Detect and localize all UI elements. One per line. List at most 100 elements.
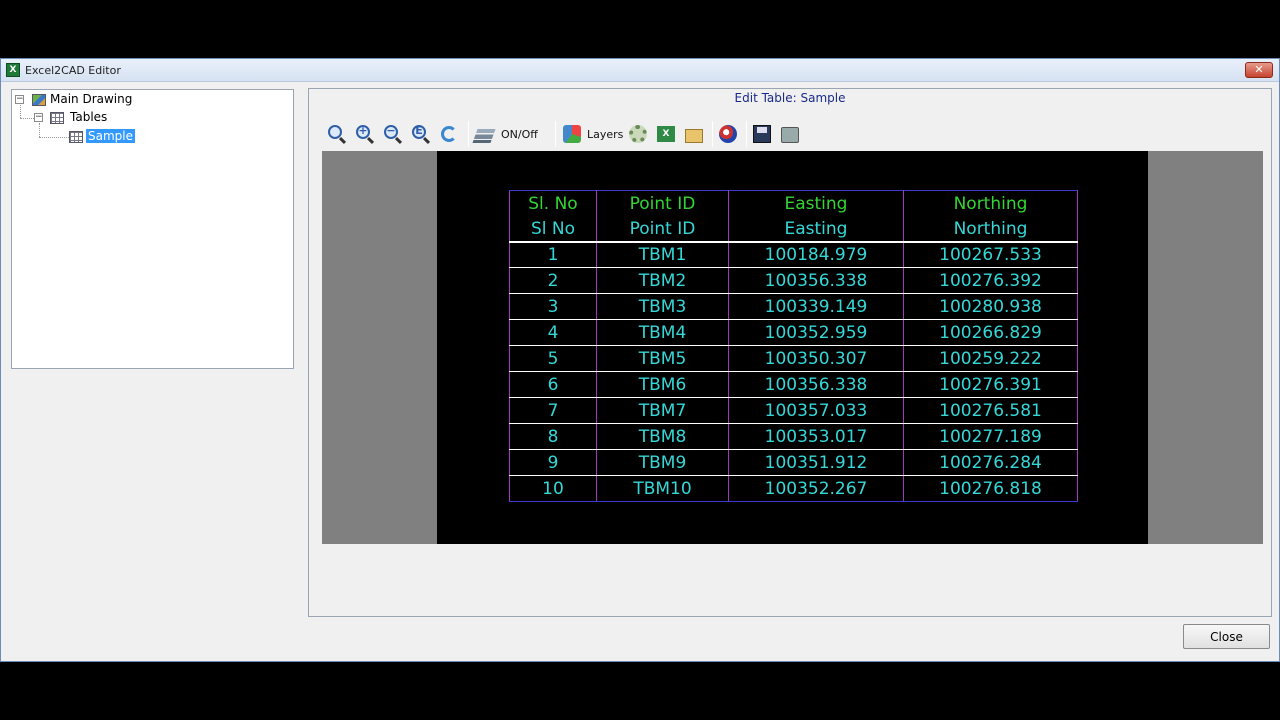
table-cell: 100276.818 [903, 475, 1078, 502]
table-cell: 2 [509, 267, 597, 294]
table-cell: 100276.392 [903, 267, 1078, 294]
zoom-in-button[interactable]: + [355, 122, 375, 146]
table-cell: 1 [509, 241, 597, 268]
table-cell: 8 [509, 423, 597, 450]
tree-item-main-drawing[interactable]: Main Drawing [50, 92, 132, 106]
drawing-viewport[interactable]: Sl. No Point ID Easting Northing Sl No Point … [322, 151, 1263, 544]
table-row: 9 TBM9 100351.912 100276.284 [509, 449, 1078, 476]
table-cell: TBM3 [596, 293, 729, 320]
table-row: 2 TBM2 100356.338 100276.392 [509, 267, 1078, 294]
table-cell: Easting [728, 217, 904, 243]
table-cell: Point ID [596, 217, 729, 243]
toolbar: + − E ON/Off Layers X [323, 119, 813, 149]
settings-button[interactable] [629, 122, 647, 146]
table-cell: 3 [509, 293, 597, 320]
drawing-tree: − Main Drawing − Tables Sample [11, 89, 294, 369]
drawing-canvas[interactable]: Sl. No Point ID Easting Northing Sl No Point … [437, 151, 1148, 544]
table-cell: 100352.959 [728, 319, 904, 346]
folder-icon [685, 128, 703, 143]
window-close-button[interactable]: ✕ [1245, 62, 1273, 78]
table-cell: 9 [509, 449, 597, 476]
table-cell: TBM8 [596, 423, 729, 450]
edit-table-panel: Edit Table: Sample + − E ON/Off Layers X… [308, 88, 1272, 617]
tables-icon [50, 112, 64, 124]
drawing-icon [32, 94, 46, 106]
table-cell: Point ID [596, 190, 729, 218]
zoom-extents-button[interactable]: E [411, 122, 431, 146]
table-cell: Sl. No [509, 190, 597, 218]
zoom-out-button[interactable]: − [383, 122, 403, 146]
edit-table-title: Edit Table: Sample [734, 91, 846, 105]
table-cell: 100184.979 [728, 241, 904, 268]
on-off-label: ON/Off [501, 127, 538, 141]
table-header-row: Sl. No Point ID Easting Northing [509, 190, 1078, 218]
cad-table: Sl. No Point ID Easting Northing Sl No Point … [509, 190, 1078, 502]
table-cell: Northing [903, 190, 1078, 218]
zoom-window-button[interactable] [327, 122, 347, 146]
table-cell: 100357.033 [728, 397, 904, 424]
cad-export-button[interactable] [719, 122, 737, 146]
table-row: 10 TBM10 100352.267 100276.818 [509, 475, 1078, 502]
table-cell: 100276.284 [903, 449, 1078, 476]
table-row: 7 TBM7 100357.033 100276.581 [509, 397, 1078, 424]
close-button[interactable]: Close [1183, 624, 1270, 649]
title-bar[interactable]: X Excel2CAD Editor ✕ [1, 59, 1279, 82]
table-row: 4 TBM4 100352.959 100266.829 [509, 319, 1078, 346]
table-cell: 100350.307 [728, 345, 904, 372]
table-cell: 100352.267 [728, 475, 904, 502]
zoom-window-icon [327, 124, 347, 145]
tree-collapse-tables[interactable]: − [34, 113, 43, 122]
zoom-extents-icon: E [411, 124, 431, 145]
table-subheader-row: Sl No Point ID Easting Northing [509, 217, 1078, 243]
table-cell: 100266.829 [903, 319, 1078, 346]
table-cell: 100351.912 [728, 449, 904, 476]
table-cell: 100339.149 [728, 293, 904, 320]
table-cell: 10 [509, 475, 597, 502]
toolbar-separator [468, 121, 469, 147]
tree-collapse-main-drawing[interactable]: − [15, 95, 24, 104]
table-cell: TBM10 [596, 475, 729, 502]
excel-import-button[interactable]: X [657, 122, 675, 146]
table-cell: 100276.581 [903, 397, 1078, 424]
table-cell: 100277.189 [903, 423, 1078, 450]
refresh-button[interactable] [439, 122, 459, 146]
print-icon [781, 127, 799, 143]
table-cell: Easting [728, 190, 904, 218]
open-folder-button[interactable] [685, 122, 703, 146]
table-cell: TBM7 [596, 397, 729, 424]
layers-label: Layers [587, 127, 624, 141]
table-row: 6 TBM6 100356.338 100276.391 [509, 371, 1078, 398]
excel-icon: X [657, 126, 675, 142]
layers-button[interactable]: Layers [563, 122, 623, 146]
table-row: 1 TBM1 100184.979 100267.533 [509, 241, 1078, 268]
table-cell: TBM2 [596, 267, 729, 294]
table-cell: 100267.533 [903, 241, 1078, 268]
table-cell: 5 [509, 345, 597, 372]
table-cell: 100259.222 [903, 345, 1078, 372]
layers-on-off-button[interactable]: ON/Off [472, 122, 538, 146]
gear-icon [629, 125, 647, 143]
table-cell: 100356.338 [728, 371, 904, 398]
table-icon [69, 131, 83, 143]
table-cell: Northing [903, 217, 1078, 243]
table-cell: 100353.017 [728, 423, 904, 450]
table-cell: TBM6 [596, 371, 729, 398]
table-cell: 100276.391 [903, 371, 1078, 398]
toolbar-separator [555, 121, 556, 147]
table-cell: 100356.338 [728, 267, 904, 294]
table-cell: 6 [509, 371, 597, 398]
save-button[interactable] [753, 122, 771, 146]
print-button[interactable] [781, 122, 799, 146]
table-cell: 100280.938 [903, 293, 1078, 320]
layers-stack-icon [472, 128, 496, 143]
refresh-icon [441, 126, 457, 142]
toolbar-separator [712, 121, 713, 147]
table-cell: TBM4 [596, 319, 729, 346]
table-cell: TBM1 [596, 241, 729, 268]
tree-item-tables[interactable]: Tables [70, 110, 107, 124]
layers-chart-icon [563, 125, 581, 143]
table-row: 5 TBM5 100350.307 100259.222 [509, 345, 1078, 372]
tree-item-sample[interactable]: Sample [85, 128, 136, 144]
table-cell: Sl No [509, 217, 597, 243]
save-icon [753, 125, 771, 143]
